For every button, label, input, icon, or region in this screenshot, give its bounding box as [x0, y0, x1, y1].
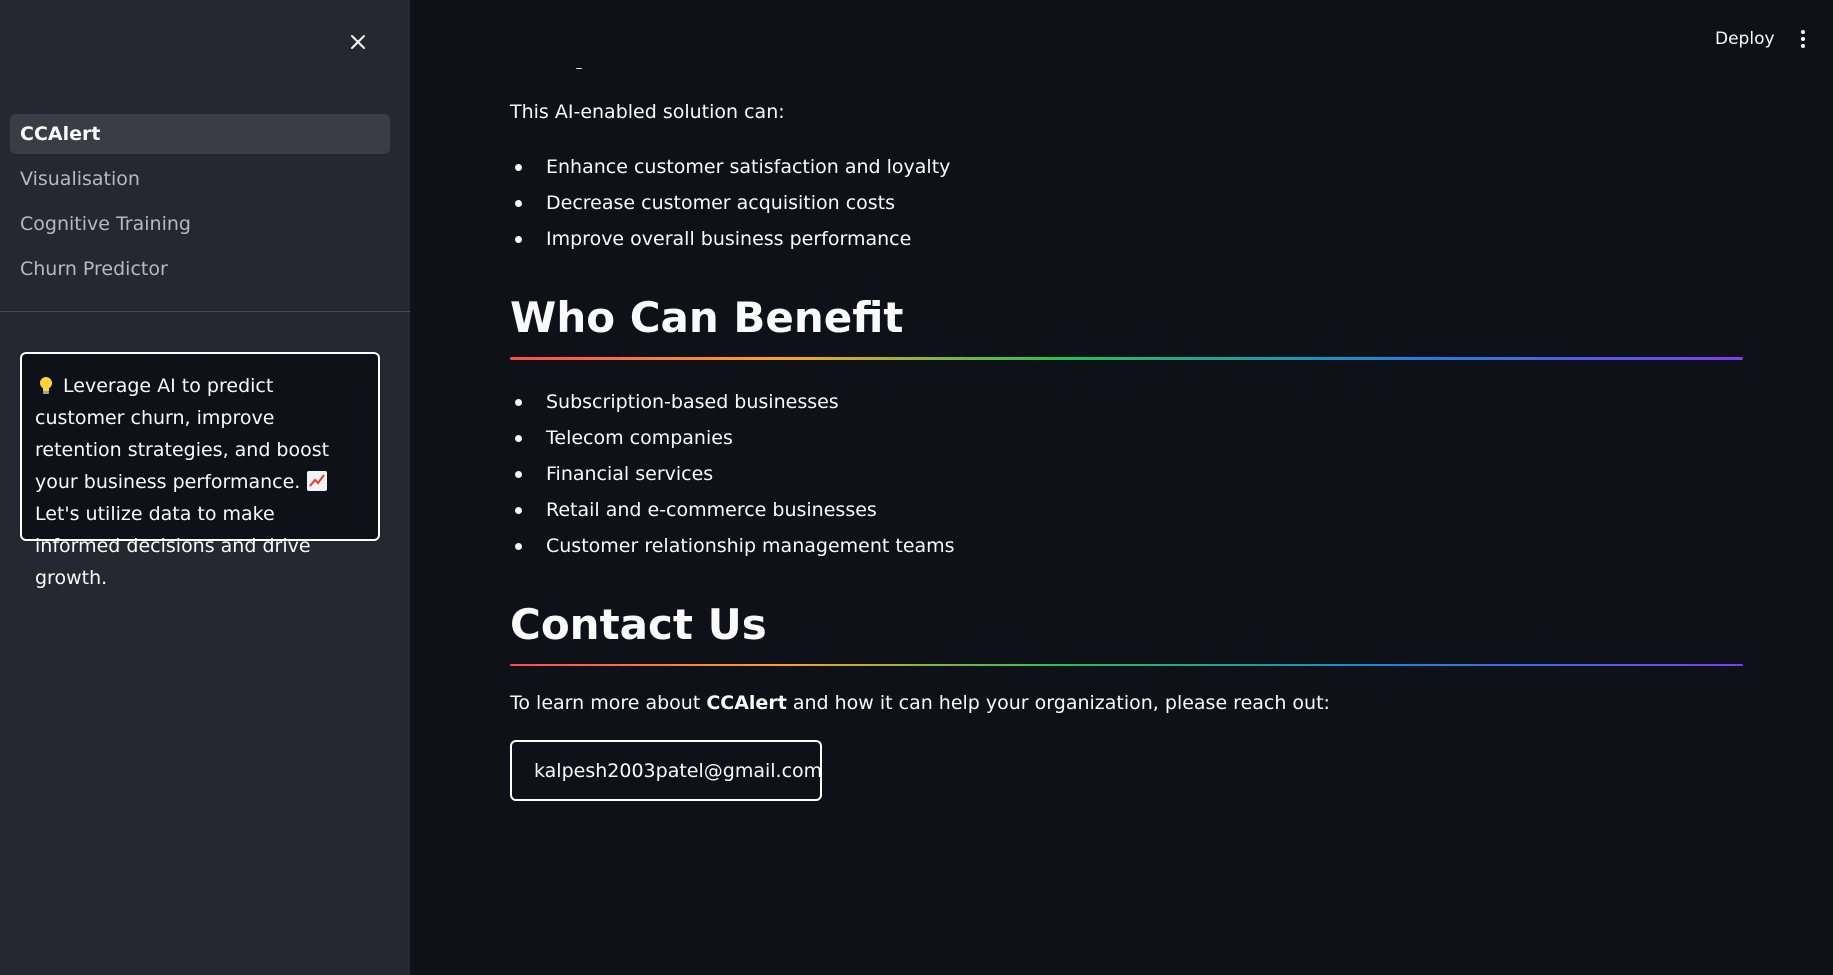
list-item: Enhance customer satisfaction and loyalt… — [510, 149, 950, 185]
kebab-menu-icon-dot — [1801, 37, 1805, 41]
partial-list-item: Target interventions and resources to re… — [546, 48, 1069, 70]
sidebar-nav: CCAlert Visualisation Cognitive Training… — [10, 114, 390, 294]
chart-increasing-icon — [307, 471, 328, 491]
sidebar-item-ccalert[interactable]: CCAlert — [10, 114, 390, 154]
contact-text-part: To learn more about — [510, 692, 707, 714]
list-item: Customer relationship management teams — [510, 528, 955, 564]
list-item: Subscription-based businesses — [510, 384, 955, 420]
who-can-benefit-list: Subscription-based businesses Telecom co… — [510, 384, 955, 564]
email-address: kalpesh2003patel@gmail.com — [534, 759, 823, 782]
list-item: Retail and e-commerce businesses — [510, 492, 955, 528]
sidebar-item-churn-predictor[interactable]: Churn Predictor — [10, 249, 390, 289]
benefits-list: Enhance customer satisfaction and loyalt… — [510, 149, 950, 257]
sidebar: CCAlert Visualisation Cognitive Training… — [0, 0, 410, 975]
kebab-menu-icon-dot — [1801, 44, 1805, 48]
contact-brand-name: CCAlert — [706, 692, 787, 714]
lightbulb-icon — [40, 377, 52, 394]
info-card-text-2: Let's utilize data to make informed deci… — [35, 503, 311, 589]
info-card-text-1: Leverage AI to predict customer churn, i… — [35, 375, 330, 493]
main-menu-button[interactable] — [1788, 24, 1818, 54]
sidebar-item-label: Visualisation — [20, 168, 140, 190]
sidebar-divider — [0, 311, 410, 312]
contact-us-heading: Contact Us — [510, 600, 767, 649]
close-icon — [351, 35, 365, 49]
sidebar-item-visualisation[interactable]: Visualisation — [10, 159, 390, 199]
solution-lead-text: This AI-enabled solution can: — [510, 101, 785, 123]
list-item: Improve overall business performance — [510, 221, 950, 257]
partial-list-item-text: Target interventions and resources to re… — [546, 48, 1069, 70]
close-sidebar-button[interactable] — [344, 28, 372, 56]
info-card: Leverage AI to predict customer churn, i… — [20, 352, 380, 589]
sidebar-item-label: Cognitive Training — [20, 213, 191, 235]
heading-divider — [510, 664, 1743, 666]
heading-divider — [510, 357, 1743, 360]
sidebar-item-label: CCAlert — [20, 123, 101, 145]
kebab-menu-icon — [1801, 30, 1805, 34]
sidebar-item-label: Churn Predictor — [20, 258, 168, 280]
email-contact-box[interactable]: kalpesh2003patel@gmail.com — [510, 740, 822, 801]
contact-text: To learn more about CCAlert and how it c… — [510, 692, 1330, 714]
list-item: Decrease customer acquisition costs — [510, 185, 950, 221]
who-can-benefit-heading: Who Can Benefit — [510, 293, 904, 342]
contact-text-part: and how it can help your organization, p… — [786, 692, 1330, 714]
list-item: Financial services — [510, 456, 955, 492]
list-item: Telecom companies — [510, 420, 955, 456]
sidebar-item-cognitive-training[interactable]: Cognitive Training — [10, 204, 390, 244]
main-content: Target interventions and resources to re… — [510, 0, 1743, 975]
